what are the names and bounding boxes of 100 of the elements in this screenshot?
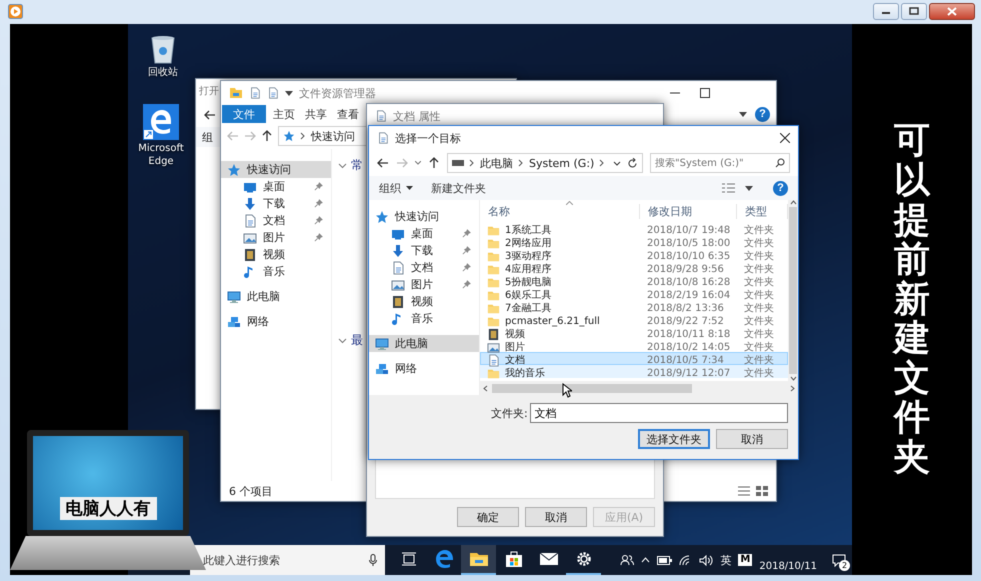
taskbar-search-field[interactable]: 此键入进行搜索 (203, 554, 369, 566)
file-row[interactable]: 图片 2018/10/2 14:05 文件夹 (480, 339, 788, 352)
arrow-left-icon[interactable] (377, 157, 389, 169)
caret-down-icon[interactable] (285, 90, 293, 96)
pin-icon[interactable] (462, 246, 471, 255)
browser-shortcut-icon[interactable] (143, 104, 179, 140)
battery-icon[interactable] (657, 556, 672, 564)
pin-icon[interactable] (314, 216, 323, 225)
people-icon[interactable] (620, 554, 634, 566)
arrow-up-icon[interactable] (428, 157, 440, 169)
folder-name-field[interactable]: 文档 (530, 403, 788, 423)
pin-icon[interactable] (314, 199, 323, 208)
column-header[interactable]: 名称 (480, 204, 640, 218)
tiles-view-icon[interactable] (756, 486, 768, 496)
new-folder-button[interactable]: 新建文件夹 (431, 180, 486, 196)
dialog-button[interactable]: 确定 (457, 507, 519, 527)
file-row[interactable]: 6娱乐工具 2018/2/19 16:04 文件夹 (480, 287, 788, 300)
vertical-scrollbar[interactable] (788, 200, 798, 381)
nav-item[interactable]: 视频 (221, 246, 331, 263)
minimize-button[interactable] (873, 2, 899, 20)
nav-item[interactable]: 下载 (369, 242, 479, 259)
drive-icon (452, 160, 464, 166)
dialog-button[interactable]: 取消 (716, 429, 788, 449)
file-row[interactable]: 5扮靓电脑 2018/10/8 16:28 文件夹 (480, 274, 788, 287)
nav-item[interactable]: 此电脑 (221, 288, 331, 305)
breadcrumb-item[interactable]: 此电脑 (480, 156, 513, 170)
nav-item[interactable]: 网络 (369, 360, 479, 377)
maximize-button[interactable] (901, 2, 927, 20)
file-row[interactable]: 7金融工具 2018/8/2 13:36 文件夹 (480, 300, 788, 313)
file-row[interactable]: 3驱动程序 2018/10/10 6:35 文件夹 (480, 248, 788, 261)
file-row[interactable]: pcmaster_6.21_full 2018/9/22 7:52 文件夹 (480, 313, 788, 326)
table-cell-text: 文件夹 (743, 224, 775, 237)
pin-icon[interactable] (462, 280, 471, 289)
address-bar[interactable]: 此电脑 System (G:) (447, 153, 643, 173)
taskbar-button[interactable] (461, 545, 496, 575)
file-row[interactable]: 2网络应用 2018/10/5 18:00 文件夹 (480, 235, 788, 248)
nav-item[interactable]: 文档 (221, 212, 331, 229)
scroll-up-icon[interactable] (790, 200, 796, 205)
nav-item[interactable]: 网络 (221, 313, 331, 330)
ribbon-tab[interactable]: 查看 (332, 105, 364, 123)
help-button[interactable]: ? (773, 180, 788, 196)
close-icon[interactable] (780, 133, 790, 143)
caret-down-icon[interactable] (415, 161, 421, 165)
chevron-up-icon[interactable] (641, 557, 650, 563)
ribbon-tab[interactable]: 主页 (268, 105, 300, 123)
nav-item[interactable]: 音乐 (221, 263, 331, 280)
scroll-down-icon[interactable] (790, 376, 796, 381)
dialog-button[interactable]: 取消 (525, 507, 587, 527)
horizontal-scrollbar[interactable] (480, 381, 798, 395)
file-row[interactable]: 我的音乐 2018/9/12 12:07 文件夹 (480, 365, 788, 378)
breadcrumb-item[interactable]: System (G:) (529, 156, 594, 170)
file-row[interactable]: 视频 2018/10/11 8:18 文件夹 (480, 326, 788, 339)
nav-item[interactable]: 图片 (369, 276, 479, 293)
organize-button[interactable]: 组织 (379, 180, 413, 196)
dialog-button[interactable]: 选择文件夹 (638, 429, 710, 449)
table-cell: 2网络应用 (481, 236, 641, 250)
nav-item[interactable]: 音乐 (369, 310, 479, 327)
search-field[interactable]: 搜索"System (G:)" (655, 158, 770, 168)
taskbar-search-box[interactable]: 此键入进行搜索 (190, 545, 385, 575)
speaker-icon[interactable] (699, 554, 714, 566)
pin-icon[interactable] (314, 233, 323, 242)
arrow-up-icon[interactable] (261, 130, 273, 142)
nav-item[interactable]: 桌面 (369, 225, 479, 242)
nav-item[interactable]: 图片 (221, 229, 331, 246)
column-header[interactable]: 修改日期 (640, 204, 737, 218)
caret-down-icon[interactable] (739, 112, 747, 116)
chevron-down-icon[interactable] (613, 160, 621, 166)
scroll-left-icon[interactable] (483, 384, 488, 392)
details-view-icon[interactable] (738, 486, 750, 496)
ribbon-tab[interactable]: 文件 (222, 105, 266, 123)
nav-item[interactable]: 下载 (221, 195, 331, 212)
nav-item[interactable]: 此电脑 (369, 335, 479, 352)
tray-badge[interactable]: M (738, 554, 752, 566)
file-row[interactable]: 文档 2018/10/5 7:34 文件夹 (480, 352, 788, 365)
ribbon-tab[interactable]: 共享 (300, 105, 332, 123)
pin-icon[interactable] (462, 263, 471, 272)
nav-item[interactable]: 视频 (369, 293, 479, 310)
pin-icon[interactable] (462, 229, 471, 238)
microphone-icon[interactable] (369, 554, 377, 566)
file-row[interactable]: 1系统工具 2018/10/7 19:48 文件夹 (480, 222, 788, 235)
help-button[interactable]: ? (755, 106, 770, 122)
nav-item[interactable]: 文档 (369, 259, 479, 276)
scroll-right-icon[interactable] (790, 384, 795, 392)
trash-can-icon[interactable] (149, 34, 177, 64)
nav-item[interactable]: 快速访问 (221, 161, 331, 178)
file-row[interactable]: 4应用程序 2018/9/28 9:56 文件夹 (480, 261, 788, 274)
nav-item[interactable]: 快速访问 (369, 208, 479, 225)
pin-icon[interactable] (314, 182, 323, 191)
arrow-left-icon[interactable] (204, 109, 216, 121)
computer-icon (227, 290, 241, 304)
refresh-icon[interactable] (627, 158, 638, 168)
nav-item[interactable]: 桌面 (221, 178, 331, 195)
clock-date[interactable]: 2018/10/11 (759, 560, 817, 572)
caret-down-icon[interactable] (745, 186, 753, 190)
close-button[interactable] (929, 2, 975, 20)
input-method-indicator[interactable]: 英 (720, 552, 732, 568)
search-box[interactable]: 搜索"System (G:)" (650, 153, 790, 173)
notification-icon[interactable] (832, 554, 846, 566)
view-options-icon[interactable] (722, 183, 735, 193)
maximize-icon[interactable] (700, 88, 710, 98)
